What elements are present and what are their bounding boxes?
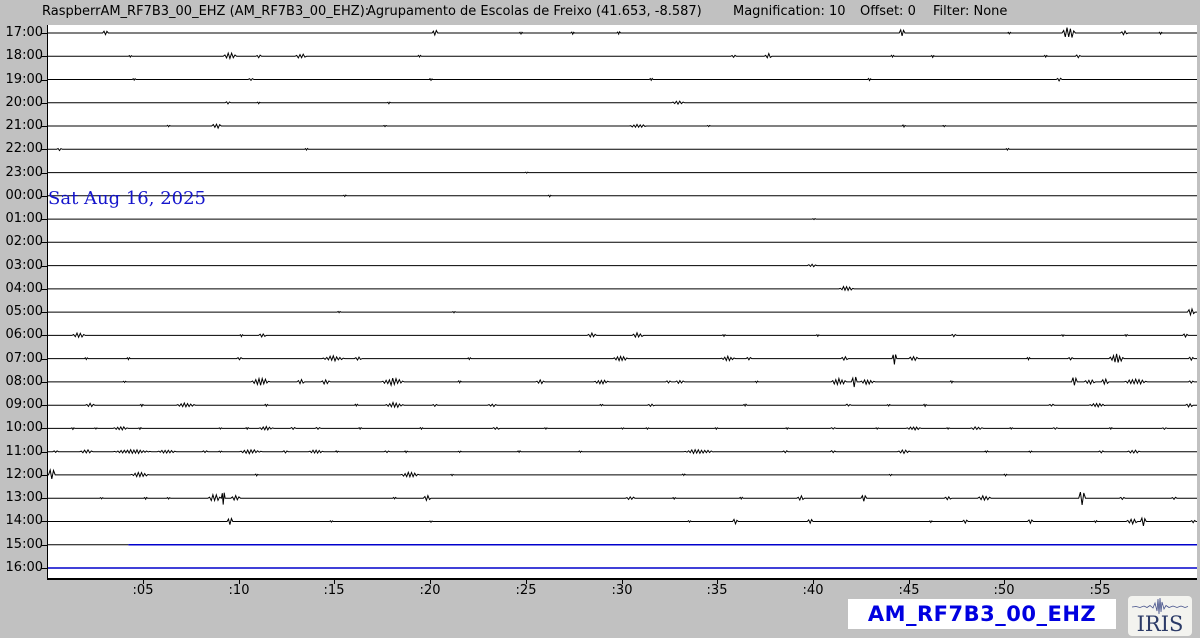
hour-tick — [41, 33, 47, 34]
minute-label: :50 — [994, 583, 1015, 598]
trace-row — [48, 101, 1197, 104]
hour-label: 18:00 — [0, 48, 43, 63]
iris-logo[interactable]: IRIS — [1128, 596, 1192, 636]
hour-label: 12:00 — [0, 467, 43, 482]
station-id-badge: AM_RF7B3_00_EHZ — [848, 599, 1116, 629]
hour-label: 10:00 — [0, 420, 43, 435]
hour-label: 20:00 — [0, 95, 43, 110]
hour-tick — [41, 196, 47, 197]
minute-label: :05 — [133, 583, 154, 598]
hour-tick — [41, 452, 47, 453]
minute-label: :10 — [229, 583, 250, 598]
trace-row — [48, 53, 1197, 58]
hour-tick — [41, 266, 47, 267]
hour-tick — [41, 126, 47, 127]
trace-row — [48, 470, 1197, 479]
iris-logo-icon: IRIS — [1128, 596, 1192, 636]
trace-row — [48, 450, 1197, 454]
plot-area[interactable] — [47, 25, 1197, 580]
station-id-text: AM_RF7B3_00_EHZ — [868, 602, 1096, 626]
hour-label: 01:00 — [0, 211, 43, 226]
trace-row — [48, 492, 1197, 505]
station-location: Agrupamento de Escolas de Freixo (41.653… — [367, 4, 702, 19]
hour-tick — [41, 289, 47, 290]
trace-row — [48, 195, 1197, 197]
hour-tick — [41, 359, 47, 360]
minute-label: :20 — [420, 583, 441, 598]
hour-tick — [41, 521, 47, 522]
trace-row — [48, 287, 1197, 291]
trace-row — [48, 78, 1197, 81]
svg-text:IRIS: IRIS — [1137, 612, 1184, 636]
trace-row — [48, 172, 1197, 173]
hour-label: 11:00 — [0, 444, 43, 459]
hour-tick — [41, 103, 47, 104]
hour-label: 02:00 — [0, 234, 43, 249]
hour-label: 16:00 — [0, 560, 43, 575]
hour-label: 05:00 — [0, 304, 43, 319]
hour-tick — [41, 335, 47, 336]
hour-tick — [41, 498, 47, 499]
hour-tick — [41, 80, 47, 81]
seismogram-traces — [48, 25, 1197, 578]
hour-label: 03:00 — [0, 258, 43, 273]
hour-tick — [41, 312, 47, 313]
hour-label: 07:00 — [0, 351, 43, 366]
hour-label: 13:00 — [0, 490, 43, 505]
hour-label: 15:00 — [0, 537, 43, 552]
hour-tick — [41, 568, 47, 569]
hour-label: 00:00 — [0, 188, 43, 203]
trace-row — [48, 518, 1197, 526]
trace-row — [48, 28, 1197, 38]
minute-label: :35 — [707, 583, 728, 598]
minute-label: :25 — [516, 583, 537, 598]
hour-label: 21:00 — [0, 118, 43, 133]
hour-tick — [41, 545, 47, 546]
trace-row — [48, 354, 1197, 365]
hour-tick — [41, 173, 47, 174]
hour-label: 23:00 — [0, 165, 43, 180]
trace-row — [48, 264, 1197, 267]
helicorder-window: RaspberrAM_RF7B3_00_EHZ (AM_RF7B3_00_EHZ… — [0, 0, 1200, 638]
magnification-label: Magnification: 10 — [733, 4, 846, 19]
minute-label: :30 — [612, 583, 633, 598]
hour-label: 09:00 — [0, 397, 43, 412]
hour-tick — [41, 56, 47, 57]
hour-tick — [41, 149, 47, 150]
trace-row — [48, 377, 1197, 387]
hour-tick — [41, 405, 47, 406]
trace-row — [48, 403, 1197, 408]
hour-tick — [41, 475, 47, 476]
date-label: Sat Aug 16, 2025 — [48, 188, 206, 209]
hour-tick — [41, 219, 47, 220]
minute-label: :40 — [803, 583, 824, 598]
hour-label: 22:00 — [0, 141, 43, 156]
station-title: RaspberrAM_RF7B3_00_EHZ (AM_RF7B3_00_EHZ… — [42, 4, 369, 19]
minute-label: :15 — [324, 583, 345, 598]
hour-label: 08:00 — [0, 374, 43, 389]
hour-label: 19:00 — [0, 72, 43, 87]
trace-row — [48, 309, 1197, 315]
trace-row — [48, 427, 1197, 430]
hour-tick — [41, 428, 47, 429]
minute-label: :55 — [1090, 583, 1111, 598]
trace-row — [48, 124, 1197, 128]
trace-row — [48, 219, 1197, 220]
hour-tick — [41, 242, 47, 243]
filter-label: Filter: None — [933, 4, 1007, 19]
trace-row — [48, 333, 1197, 338]
minute-label: :45 — [899, 583, 920, 598]
hour-tick — [41, 382, 47, 383]
hour-label: 06:00 — [0, 327, 43, 342]
hour-label: 14:00 — [0, 513, 43, 528]
hour-label: 17:00 — [0, 25, 43, 40]
hour-label: 04:00 — [0, 281, 43, 296]
trace-row — [48, 149, 1197, 151]
offset-label: Offset: 0 — [860, 4, 916, 19]
